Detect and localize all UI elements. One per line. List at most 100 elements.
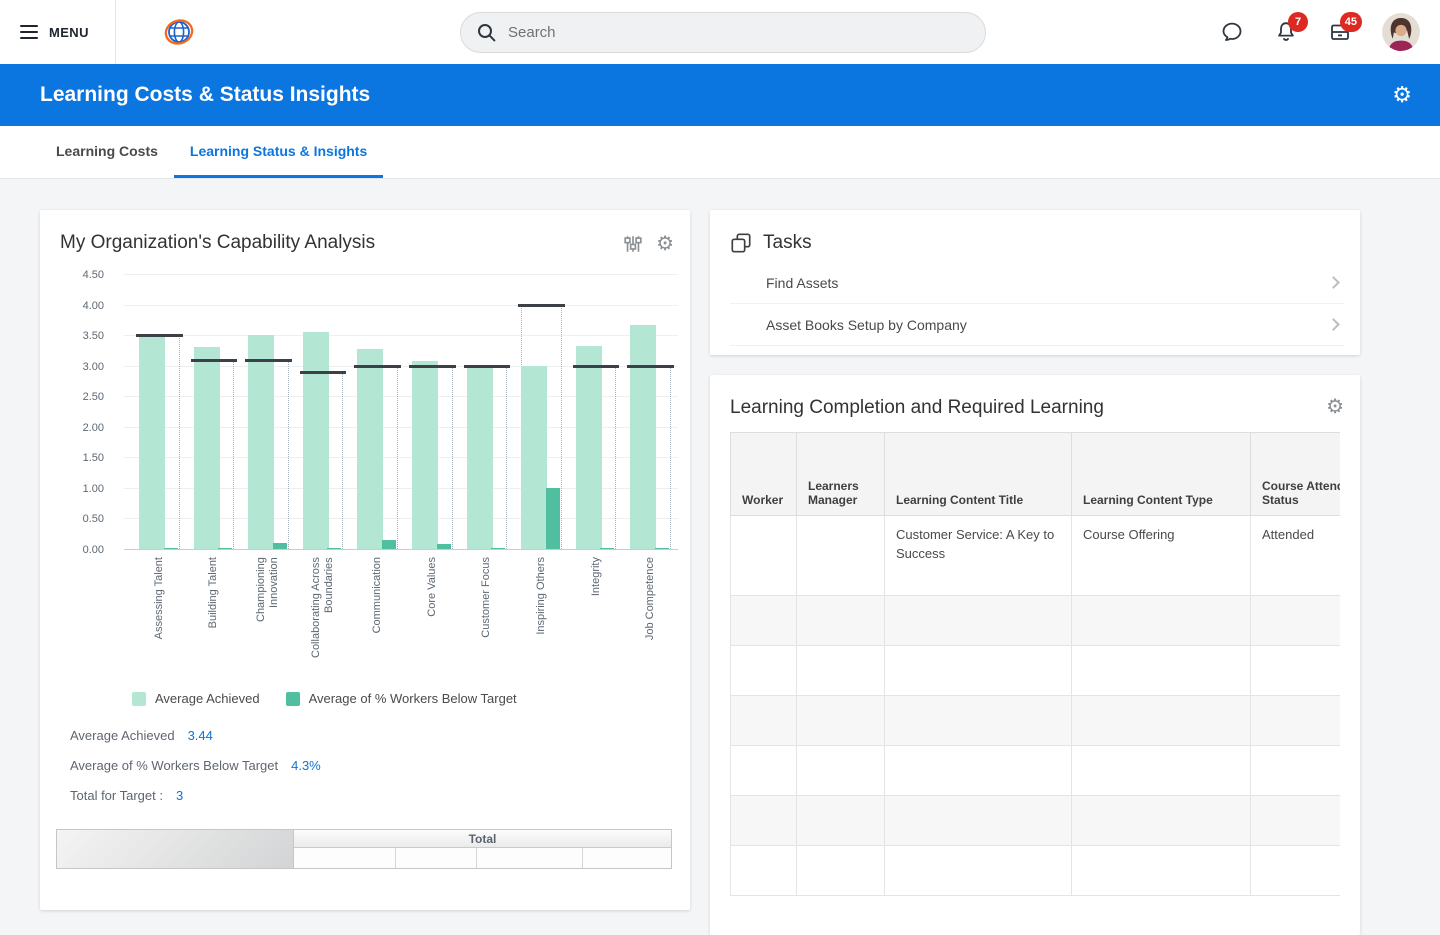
x-axis-category-label: Job Competence — [623, 557, 678, 669]
chart-bar-group — [350, 274, 405, 549]
chart-bar-group — [460, 274, 515, 549]
workers-below-target-bar — [164, 548, 178, 550]
workday-globe-logo[interactable] — [160, 13, 198, 51]
banner-settings-gear-icon[interactable]: ⚙ — [1392, 84, 1412, 106]
table-cell — [797, 746, 885, 796]
table-row — [731, 746, 1341, 796]
chart-bar-group — [187, 274, 242, 549]
x-axis-category-label: Collaborating Across Boundaries — [296, 557, 351, 669]
summary-average-achieved: Average Achieved3.44 — [70, 728, 213, 743]
search-input[interactable] — [508, 24, 969, 41]
hamburger-icon — [20, 25, 38, 39]
x-axis-category-label: Building Talent — [187, 557, 242, 669]
totals-table-subheader-row — [294, 848, 671, 868]
capability-totals-table: Total — [56, 829, 672, 869]
workers-below-target-bar — [437, 544, 451, 549]
table-column-header: Learners Manager — [797, 433, 885, 516]
inbox-button[interactable]: 45 — [1328, 20, 1352, 44]
table-cell — [1072, 796, 1251, 846]
capability-bar-chart: 0.000.501.001.502.002.503.003.504.004.50 — [60, 274, 678, 549]
notifications-button[interactable]: 7 — [1274, 20, 1298, 44]
target-line — [573, 365, 620, 368]
legend-label: Average Achieved — [155, 691, 260, 706]
task-item[interactable]: Find Assets — [730, 262, 1344, 304]
profile-avatar[interactable] — [1382, 13, 1420, 51]
y-axis-tick-label: 3.50 — [60, 330, 104, 342]
summary-average-achieved-value[interactable]: 3.44 — [188, 728, 213, 743]
chat-button[interactable] — [1220, 20, 1244, 44]
average-achieved-bar — [194, 347, 220, 549]
y-axis-tick-label: 2.50 — [60, 391, 104, 403]
table-cell — [1251, 796, 1341, 846]
totals-table-total-header: Total — [294, 830, 671, 848]
table-cell — [797, 796, 885, 846]
summary-pct-below-target-value[interactable]: 4.3% — [291, 758, 321, 773]
table-cell — [731, 746, 797, 796]
tab-learning-status-insights[interactable]: Learning Status & Insights — [174, 126, 383, 178]
x-axis-category-label: Inspiring Others — [514, 557, 569, 669]
target-line — [300, 371, 347, 374]
workers-below-target-bar — [218, 548, 232, 550]
task-item[interactable]: Asset Books Setup by Company — [730, 304, 1344, 346]
table-column-header: Course Attendance Status — [1251, 433, 1341, 516]
x-axis-category-label: Championing Innovation — [241, 557, 296, 669]
legend-swatch — [132, 692, 146, 706]
summary-total-for-target: Total for Target :3 — [70, 788, 183, 803]
table-cell — [1072, 746, 1251, 796]
target-line — [409, 365, 456, 368]
table-cell — [1251, 746, 1341, 796]
table-cell — [1251, 596, 1341, 646]
workers-below-target-bar — [655, 548, 669, 550]
table-cell — [731, 516, 797, 596]
x-axis-category-label: Integrity — [569, 557, 624, 669]
tasks-card: Tasks Find Assets Asset Books Setup by Co… — [710, 210, 1360, 355]
summary-pct-below-target: Average of % Workers Below Target4.3% — [70, 758, 321, 773]
table-cell — [885, 596, 1072, 646]
y-axis-tick-label: 1.50 — [60, 452, 104, 464]
table-cell: Attended — [1251, 516, 1341, 596]
workers-below-target-bar — [327, 548, 341, 550]
x-axis-category-label: Communication — [350, 557, 405, 669]
workers-below-target-bar — [546, 488, 560, 549]
chart-bar-group — [514, 274, 569, 549]
table-cell — [731, 646, 797, 696]
table-cell — [885, 796, 1072, 846]
table-cell — [797, 696, 885, 746]
chart-bar-group — [623, 274, 678, 549]
table-cell: Customer Service: A Key to Success — [885, 516, 1072, 596]
tab-bar: Learning Costs Learning Status & Insight… — [0, 126, 1440, 179]
task-item-label: Find Assets — [766, 275, 838, 291]
average-achieved-bar — [630, 325, 656, 549]
totals-table-row-header — [57, 830, 294, 868]
table-cell — [797, 846, 885, 896]
table-column-header: Learning Content Type — [1072, 433, 1251, 516]
menu-button[interactable]: MENU — [20, 25, 89, 40]
table-row: Customer Service: A Key to SuccessCourse… — [731, 516, 1341, 596]
x-axis-category-label: Customer Focus — [460, 557, 515, 669]
tasks-card-title: Tasks — [763, 232, 812, 254]
x-axis-category-label: Assessing Talent — [132, 557, 187, 669]
table-row — [731, 596, 1341, 646]
table-cell — [731, 846, 797, 896]
topbar-divider — [115, 0, 116, 64]
chart-gridline — [124, 549, 678, 550]
table-cell — [1251, 646, 1341, 696]
table-cell — [885, 746, 1072, 796]
chevron-right-icon — [1327, 318, 1340, 331]
legend-label: Average of % Workers Below Target — [309, 691, 517, 706]
table-row — [731, 646, 1341, 696]
chart-bar-group — [405, 274, 460, 549]
learning-settings-gear-icon[interactable]: ⚙ — [1326, 397, 1344, 417]
table-cell — [885, 646, 1072, 696]
table-cell: Course Offering — [1072, 516, 1251, 596]
table-row — [731, 796, 1341, 846]
table-row — [731, 696, 1341, 746]
tab-learning-costs[interactable]: Learning Costs — [40, 126, 174, 178]
table-column-header: Worker — [731, 433, 797, 516]
summary-total-for-target-value[interactable]: 3 — [176, 788, 183, 803]
chevron-right-icon — [1327, 276, 1340, 289]
capability-settings-gear-icon[interactable]: ⚙ — [656, 234, 674, 254]
legend-swatch — [286, 692, 300, 706]
chart-filter-sliders-icon[interactable] — [623, 234, 643, 254]
y-axis-tick-label: 4.50 — [60, 269, 104, 281]
